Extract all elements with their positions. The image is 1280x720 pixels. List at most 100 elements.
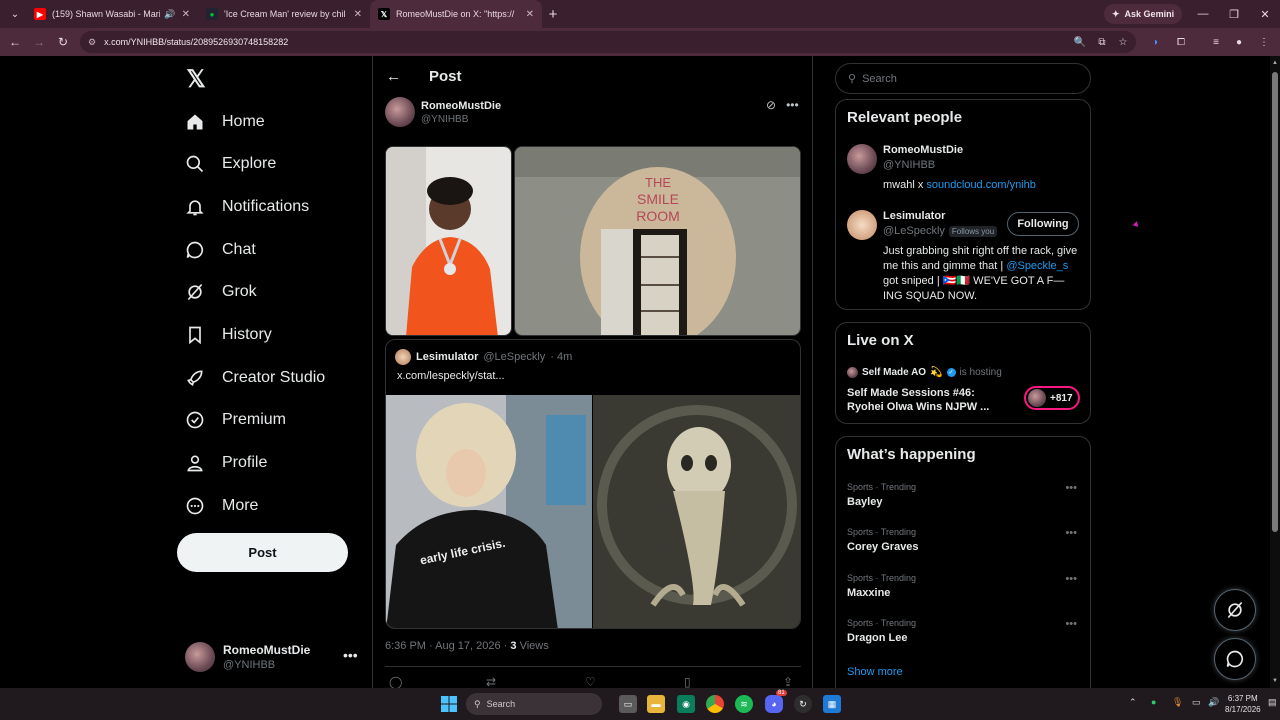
- show-more-link[interactable]: Show more: [847, 666, 903, 678]
- back-arrow-icon[interactable]: ←: [386, 68, 401, 85]
- scroll-up-icon[interactable]: ▲: [1272, 60, 1278, 66]
- tray-chevron-icon[interactable]: ⌃: [1129, 697, 1137, 708]
- nav-profile[interactable]: Profile: [184, 443, 267, 483]
- post-button[interactable]: Post: [177, 533, 348, 572]
- nav-notifications[interactable]: Notifications: [184, 187, 309, 227]
- verified-icon: [184, 409, 206, 431]
- trend-item[interactable]: Sports · Trending Dragon Lee •••: [847, 618, 1083, 644]
- reading-list-icon[interactable]: ≡: [1209, 35, 1223, 49]
- zoom-icon[interactable]: 🔍: [1073, 35, 1087, 49]
- spotify-icon[interactable]: ≋: [735, 695, 753, 713]
- messages-fab-button[interactable]: [1214, 638, 1256, 680]
- file-explorer-icon[interactable]: ▬: [647, 695, 665, 713]
- forward-icon[interactable]: →: [27, 30, 51, 54]
- post-author-actions: ⊘ •••: [766, 98, 799, 112]
- app-icon[interactable]: ◉: [677, 695, 695, 713]
- trend-item[interactable]: Sports · Trending Corey Graves •••: [847, 527, 1083, 553]
- post-image-portrait[interactable]: [385, 146, 512, 336]
- discord-icon[interactable]: ◕: [765, 695, 783, 713]
- microphone-icon[interactable]: 🎙: [1172, 697, 1183, 708]
- scroll-down-icon[interactable]: ▼: [1272, 678, 1278, 684]
- reload-icon[interactable]: ↻: [51, 30, 75, 54]
- extensions-puzzle-icon[interactable]: ⧠: [1174, 35, 1188, 49]
- search-input[interactable]: ⚲ Search: [835, 63, 1091, 94]
- browser-menu-icon[interactable]: ⋮: [1257, 35, 1271, 49]
- new-tab-button[interactable]: +: [542, 6, 564, 23]
- trend-item[interactable]: Sports · Trending Maxxine •••: [847, 573, 1083, 599]
- app-icon[interactable]: ↻: [794, 695, 812, 713]
- repost-icon[interactable]: ⇄: [486, 675, 496, 688]
- nav-more[interactable]: More: [184, 486, 258, 526]
- site-info-icon[interactable]: ⚙: [88, 37, 96, 48]
- windows-start-icon[interactable]: [440, 695, 458, 713]
- following-button[interactable]: Following: [1007, 212, 1079, 236]
- grok-icon[interactable]: ⊘: [766, 98, 776, 112]
- nav-explore[interactable]: Explore: [184, 144, 276, 184]
- avatar[interactable]: [847, 144, 877, 174]
- scrollbar-thumb[interactable]: [1272, 72, 1278, 532]
- live-host[interactable]: Self Made AO 💫 ✓ is hosting: [847, 367, 1002, 378]
- home-icon: [184, 111, 206, 133]
- page-scrollbar[interactable]: ▲ ▼: [1270, 56, 1280, 688]
- speaker-icon[interactable]: 🔊: [164, 9, 175, 20]
- taskbar-search[interactable]: ⚲ Search: [466, 693, 602, 715]
- trend-item[interactable]: Sports · Trending Bayley •••: [847, 482, 1083, 508]
- browser-tab-1[interactable]: ▶ (159) Shawn Wasabi - Mari 🔊 ✕: [26, 0, 198, 28]
- chat-icon: [1226, 650, 1244, 668]
- taskbar-clock[interactable]: 6:37 PM 8/17/2026: [1225, 693, 1261, 715]
- close-window-button[interactable]: ✕: [1250, 0, 1280, 28]
- ask-gemini-button[interactable]: ✦ Ask Gemini: [1104, 4, 1183, 24]
- avatar[interactable]: [847, 210, 877, 240]
- nav-home[interactable]: Home: [184, 102, 265, 142]
- quoted-image-skull-drawing[interactable]: [593, 395, 800, 628]
- photos-icon[interactable]: ▦: [823, 695, 841, 713]
- browser-tab-2[interactable]: ● 'Ice Cream Man' review by chil ✕: [198, 0, 370, 28]
- like-icon[interactable]: ♡: [585, 675, 596, 688]
- install-app-icon[interactable]: ⧉: [1095, 35, 1109, 49]
- tray-status-icon[interactable]: ●: [1151, 697, 1156, 707]
- more-dots-icon[interactable]: •••: [1065, 573, 1077, 585]
- account-switcher[interactable]: RomeoMustDie @YNIHBB •••: [185, 639, 365, 675]
- more-dots-icon[interactable]: •••: [1065, 482, 1077, 494]
- live-title[interactable]: Self Made Sessions #46: Ryohei Olwa Wins…: [847, 386, 1007, 414]
- more-dots-icon[interactable]: •••: [1065, 618, 1077, 630]
- bookmark-star-icon[interactable]: ☆: [1116, 35, 1130, 49]
- relevant-person[interactable]: RomeoMustDie @YNIHBB mwahl x soundcloud.…: [847, 144, 1083, 194]
- tab-search-chevron-icon[interactable]: ⌄: [4, 3, 26, 25]
- nav-history[interactable]: History: [184, 315, 272, 355]
- minimize-button[interactable]: —: [1188, 0, 1218, 28]
- network-icon[interactable]: ▭: [1192, 697, 1201, 708]
- notification-bell-icon[interactable]: ▤: [1268, 697, 1277, 708]
- restore-button[interactable]: ❐: [1219, 0, 1249, 28]
- browser-tab-3[interactable]: 𝕏 RomeoMustDie on X: "https:// ✕: [370, 0, 542, 28]
- close-tab-icon[interactable]: ✕: [354, 9, 362, 20]
- grok-fab-button[interactable]: [1214, 589, 1256, 631]
- post-image-smile-room[interactable]: THE SMILE ROOM: [514, 146, 801, 336]
- more-dots-icon[interactable]: •••: [1065, 527, 1077, 539]
- avatar[interactable]: [385, 97, 415, 127]
- live-listener-count[interactable]: +817: [1024, 386, 1080, 410]
- back-icon[interactable]: ←: [3, 30, 27, 54]
- extension-icon[interactable]: ◗: [1149, 35, 1163, 49]
- more-dots-icon[interactable]: •••: [786, 98, 799, 112]
- url-field[interactable]: ⚙ x.com/YNIHBB/status/208952693074815828…: [80, 31, 1136, 53]
- close-tab-icon[interactable]: ✕: [182, 9, 190, 20]
- nav-chat[interactable]: Chat: [184, 230, 256, 270]
- volume-icon[interactable]: 🔊: [1208, 697, 1219, 708]
- task-view-icon[interactable]: ▭: [619, 695, 637, 713]
- share-icon[interactable]: ⇪: [783, 675, 793, 688]
- reply-icon[interactable]: ◯: [389, 675, 402, 688]
- nav-premium[interactable]: Premium: [184, 400, 286, 440]
- close-tab-icon[interactable]: ✕: [526, 9, 534, 20]
- quoted-post[interactable]: Lesimulator @LeSpeckly · 4m x.com/lespec…: [385, 339, 801, 629]
- post-author[interactable]: RomeoMustDie @YNIHBB: [385, 97, 501, 127]
- bookmark-icon[interactable]: ▯: [684, 675, 691, 688]
- chrome-icon[interactable]: [706, 695, 724, 713]
- more-dots-icon[interactable]: •••: [343, 647, 358, 663]
- nav-grok[interactable]: Grok: [184, 272, 257, 312]
- avatar: [395, 349, 411, 365]
- quoted-image-crisis-shirt[interactable]: early life crisis.: [386, 395, 592, 628]
- nav-creator-studio[interactable]: Creator Studio: [184, 358, 325, 398]
- profile-avatar-icon[interactable]: ●: [1232, 35, 1246, 49]
- x-logo-icon[interactable]: 𝕏: [184, 66, 208, 93]
